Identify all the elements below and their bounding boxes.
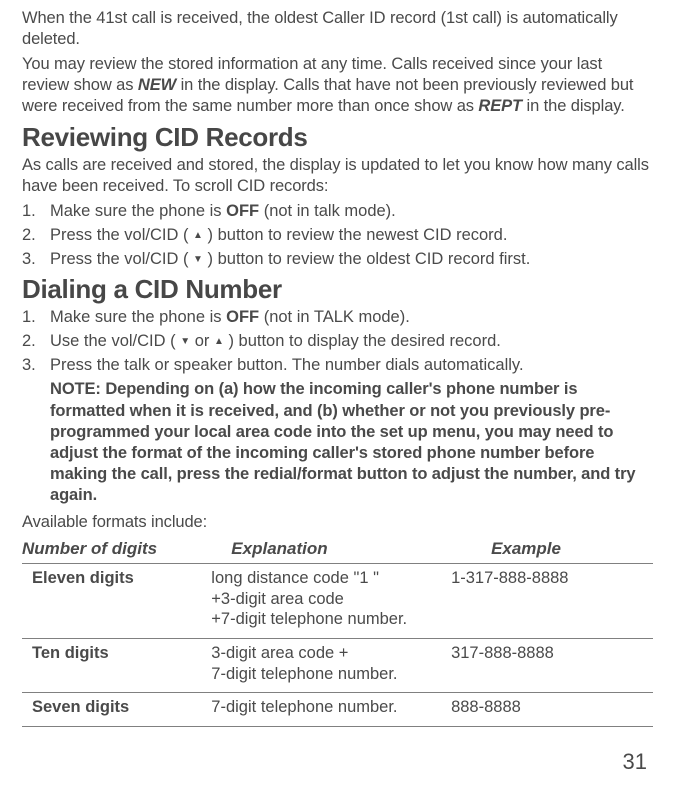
table-row: Ten digits 3-digit area code +7-digit te… [22,639,653,693]
col-header-explanation: Explanation [211,537,451,564]
bold-italic-rept: REPT [478,97,522,115]
cell-explanation: 7-digit telephone number. [211,693,451,727]
heading-reviewing-cid: Reviewing CID Records [22,122,653,153]
cell-example: 317-888-8888 [451,639,653,693]
reviewing-intro: As calls are received and stored, the di… [22,155,653,197]
dialing-note: NOTE: Depending on (a) how the incoming … [50,379,653,506]
list-item: 1. Make sure the phone is OFF (not in ta… [22,201,653,222]
cell-explanation: 3-digit area code +7-digit telephone num… [211,639,451,693]
bold-off: OFF [226,202,259,220]
col-header-digits: Number of digits [22,537,211,564]
bold-italic-new: NEW [138,76,176,94]
down-triangle-icon: ▼ [180,336,190,349]
text-content: Press the vol/CID ( ▼ ) button to review… [50,250,530,268]
text-fragment: in the display. [522,97,625,115]
list-item: 3.Press the talk or speaker button. The … [22,355,653,376]
heading-dialing-cid: Dialing a CID Number [22,274,653,305]
list-item: 2.Press the vol/CID ( ▲ ) button to revi… [22,225,653,246]
formats-table: Number of digits Explanation Example Ele… [22,537,653,727]
document-page: When the 41st call is received, the olde… [0,0,675,785]
text-fragment: (not in talk mode). [259,202,396,220]
bold-off: OFF [226,308,259,326]
table-header-row: Number of digits Explanation Example [22,537,653,564]
cell-example: 888-8888 [451,693,653,727]
cell-digits: Eleven digits [22,564,211,639]
cell-explanation: long distance code "1 "+3-digit area cod… [211,564,451,639]
page-number: 31 [22,749,653,775]
text-fragment: (not in TALK mode). [259,308,410,326]
cell-digits: Ten digits [22,639,211,693]
text-fragment: Make sure the phone is [50,308,226,326]
list-item: 3.Press the vol/CID ( ▼ ) button to revi… [22,249,653,270]
up-triangle-icon: ▲ [193,230,203,243]
cell-digits: Seven digits [22,693,211,727]
text-fragment: Make sure the phone is [50,202,226,220]
down-triangle-icon: ▼ [193,254,203,267]
text-content: Press the vol/CID ( ▲ ) button to review… [50,226,507,244]
list-item: 1. Make sure the phone is OFF (not in TA… [22,307,653,328]
table-row: Eleven digits long distance code "1 "+3-… [22,564,653,639]
intro-paragraph-1: When the 41st call is received, the olde… [22,8,653,50]
formats-intro: Available formats include: [22,512,653,533]
reviewing-steps: 1. Make sure the phone is OFF (not in ta… [22,201,653,270]
intro-paragraph-2: You may review the stored information at… [22,54,653,117]
table-row: Seven digits 7-digit telephone number. 8… [22,693,653,727]
list-item: 2.Use the vol/CID ( ▼ or ▲ ) button to d… [22,331,653,352]
col-header-example: Example [451,537,653,564]
dialing-steps: 1. Make sure the phone is OFF (not in TA… [22,307,653,376]
cell-example: 1-317-888-8888 [451,564,653,639]
text-content: Use the vol/CID ( ▼ or ▲ ) button to dis… [50,332,501,350]
text-content: Press the talk or speaker button. The nu… [50,356,524,374]
up-triangle-icon: ▲ [214,336,224,349]
